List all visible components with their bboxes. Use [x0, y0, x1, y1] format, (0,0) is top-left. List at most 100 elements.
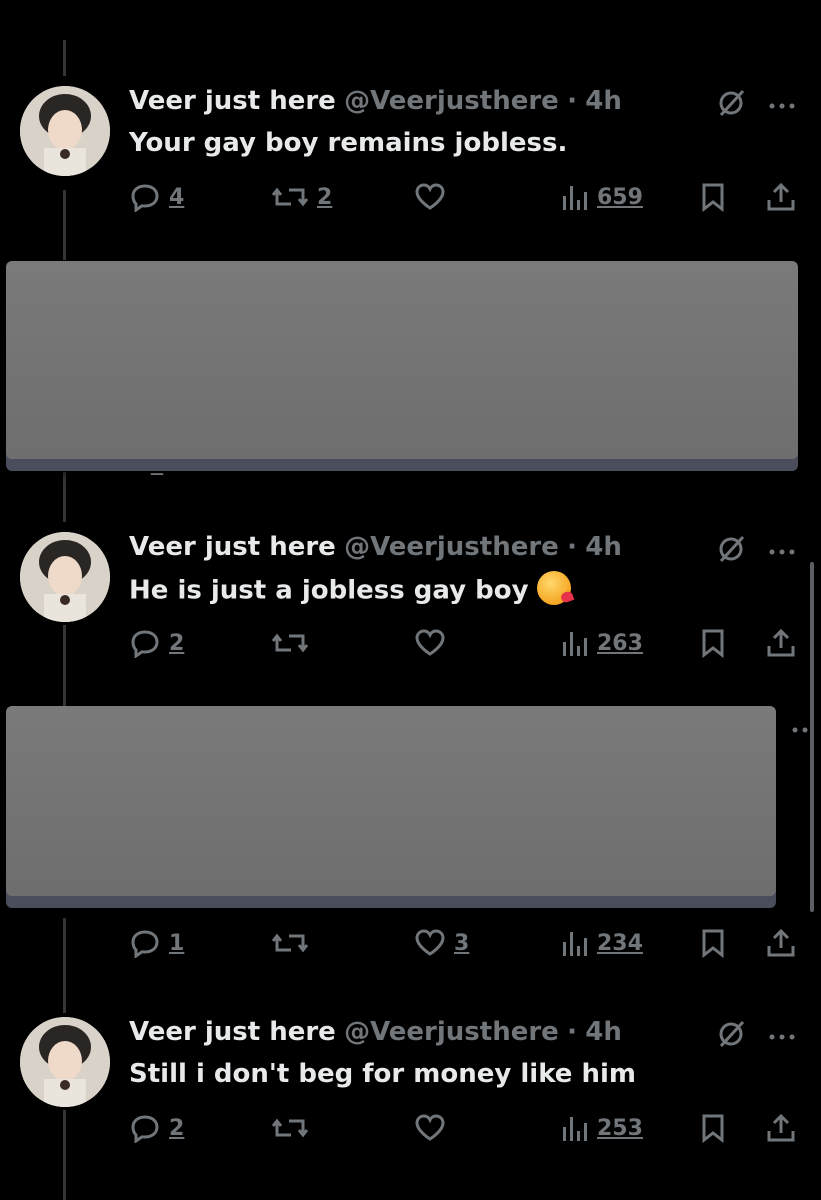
display-name[interactable]: Veer just here — [129, 532, 336, 562]
bookmark-icon — [702, 1114, 724, 1143]
views-button[interactable]: 263 — [559, 628, 643, 658]
reply-icon — [131, 184, 159, 212]
timestamp[interactable]: 4h — [585, 532, 622, 562]
share-icon — [767, 1113, 795, 1142]
share-icon — [767, 928, 795, 957]
avatar[interactable] — [20, 86, 110, 176]
heart-icon — [415, 1114, 445, 1141]
heart-icon — [415, 183, 445, 210]
thread-line — [63, 625, 66, 710]
separator-dot: · — [567, 1017, 577, 1047]
retweet-icon — [271, 633, 309, 653]
user-handle[interactable]: @Veerjusthere — [344, 86, 559, 116]
tweet-text: Still i don't beg for money like him — [129, 1059, 636, 1089]
thread-line — [63, 40, 66, 76]
kissing-face-emoji — [536, 571, 571, 605]
grok-icon[interactable] — [716, 88, 746, 122]
action-bar: 2 253 — [129, 1113, 809, 1153]
tweet-text: He is just a jobless gay boy — [129, 571, 571, 608]
views-button[interactable]: 234 — [559, 928, 643, 958]
heart-icon — [415, 929, 445, 956]
bookmark-icon — [702, 183, 724, 212]
bookmark-icon — [702, 629, 724, 658]
thread-line — [63, 918, 66, 1013]
separator-dot: · — [567, 532, 577, 562]
bookmark-button[interactable] — [699, 1113, 727, 1143]
views-count: 659 — [597, 184, 643, 210]
more-icon[interactable] — [767, 1027, 797, 1046]
views-icon — [563, 186, 587, 210]
tweet-header: Veer just here @Veerjusthere · 4h — [129, 86, 622, 116]
like-button[interactable]: 3 — [414, 928, 469, 958]
thread-line — [63, 472, 66, 522]
share-button[interactable] — [765, 182, 797, 212]
reply-count: 2 — [169, 1115, 185, 1141]
reply-icon — [131, 1115, 159, 1143]
tweet-header: Veer just here @Veerjusthere · 4h — [129, 532, 622, 562]
views-count: 234 — [597, 930, 643, 956]
retweet-button[interactable] — [271, 928, 317, 958]
action-bar: 1 3 234 — [129, 928, 809, 968]
like-count: 3 — [454, 930, 470, 956]
reply-count: 2 — [169, 630, 185, 656]
like-button[interactable] — [414, 628, 454, 658]
reply-button[interactable]: 4 — [129, 182, 184, 212]
like-button[interactable] — [414, 1113, 454, 1143]
bookmark-button[interactable] — [699, 928, 727, 958]
tweet-text: Your gay boy remains jobless. — [129, 128, 568, 158]
redaction-block — [6, 706, 776, 896]
share-icon — [767, 182, 795, 211]
retweet-icon — [271, 1118, 309, 1138]
avatar[interactable] — [20, 532, 110, 622]
views-button[interactable]: 253 — [559, 1113, 643, 1143]
reply-icon — [131, 930, 159, 958]
share-button[interactable] — [765, 928, 797, 958]
timestamp[interactable]: 4h — [585, 1017, 622, 1047]
views-icon — [563, 1117, 587, 1141]
views-count: 253 — [597, 1115, 643, 1141]
bookmark-button[interactable] — [699, 628, 727, 658]
action-bar: 2 263 — [129, 628, 809, 668]
retweet-button[interactable] — [271, 628, 317, 658]
tweet-text-body: He is just a jobless gay boy — [129, 575, 529, 606]
display-name[interactable]: Veer just here — [129, 86, 336, 116]
timestamp[interactable]: 4h — [585, 86, 622, 116]
retweet-count: 2 — [317, 184, 333, 210]
retweet-button[interactable] — [271, 1113, 317, 1143]
more-icon[interactable] — [780, 720, 810, 739]
reply-button[interactable]: 2 — [129, 1113, 184, 1143]
display-name[interactable]: Veer just here — [129, 1017, 336, 1047]
like-button[interactable] — [414, 182, 454, 212]
separator-dot: · — [567, 86, 577, 116]
share-button[interactable] — [765, 1113, 797, 1143]
views-icon — [563, 932, 587, 956]
heart-icon — [415, 629, 445, 656]
share-icon — [767, 628, 795, 657]
bookmark-icon — [702, 929, 724, 958]
reply-count: 4 — [169, 184, 185, 210]
retweet-button[interactable]: 2 — [271, 182, 332, 212]
action-bar: 4 2 659 — [129, 182, 809, 222]
more-icon[interactable] — [767, 96, 797, 115]
views-count: 263 — [597, 630, 643, 656]
avatar[interactable] — [20, 1017, 110, 1107]
more-icon[interactable] — [767, 542, 797, 561]
reply-count: 1 — [169, 930, 185, 956]
views-button[interactable]: 659 — [559, 182, 643, 212]
retweet-icon — [271, 933, 309, 953]
reply-button[interactable]: 2 — [129, 628, 184, 658]
share-button[interactable] — [765, 628, 797, 658]
grok-icon[interactable] — [716, 534, 746, 568]
tweet-header: Veer just here @Veerjusthere · 4h — [129, 1017, 622, 1047]
peeking-action-bar: — — [150, 466, 164, 482]
thread-line — [63, 190, 66, 260]
redaction-block — [6, 261, 798, 459]
scrollbar[interactable] — [810, 562, 814, 912]
reply-icon — [131, 630, 159, 658]
user-handle[interactable]: @Veerjusthere — [344, 1017, 559, 1047]
retweet-icon — [271, 187, 309, 207]
grok-icon[interactable] — [716, 1019, 746, 1053]
bookmark-button[interactable] — [699, 182, 727, 212]
reply-button[interactable]: 1 — [129, 928, 184, 958]
user-handle[interactable]: @Veerjusthere — [344, 532, 559, 562]
